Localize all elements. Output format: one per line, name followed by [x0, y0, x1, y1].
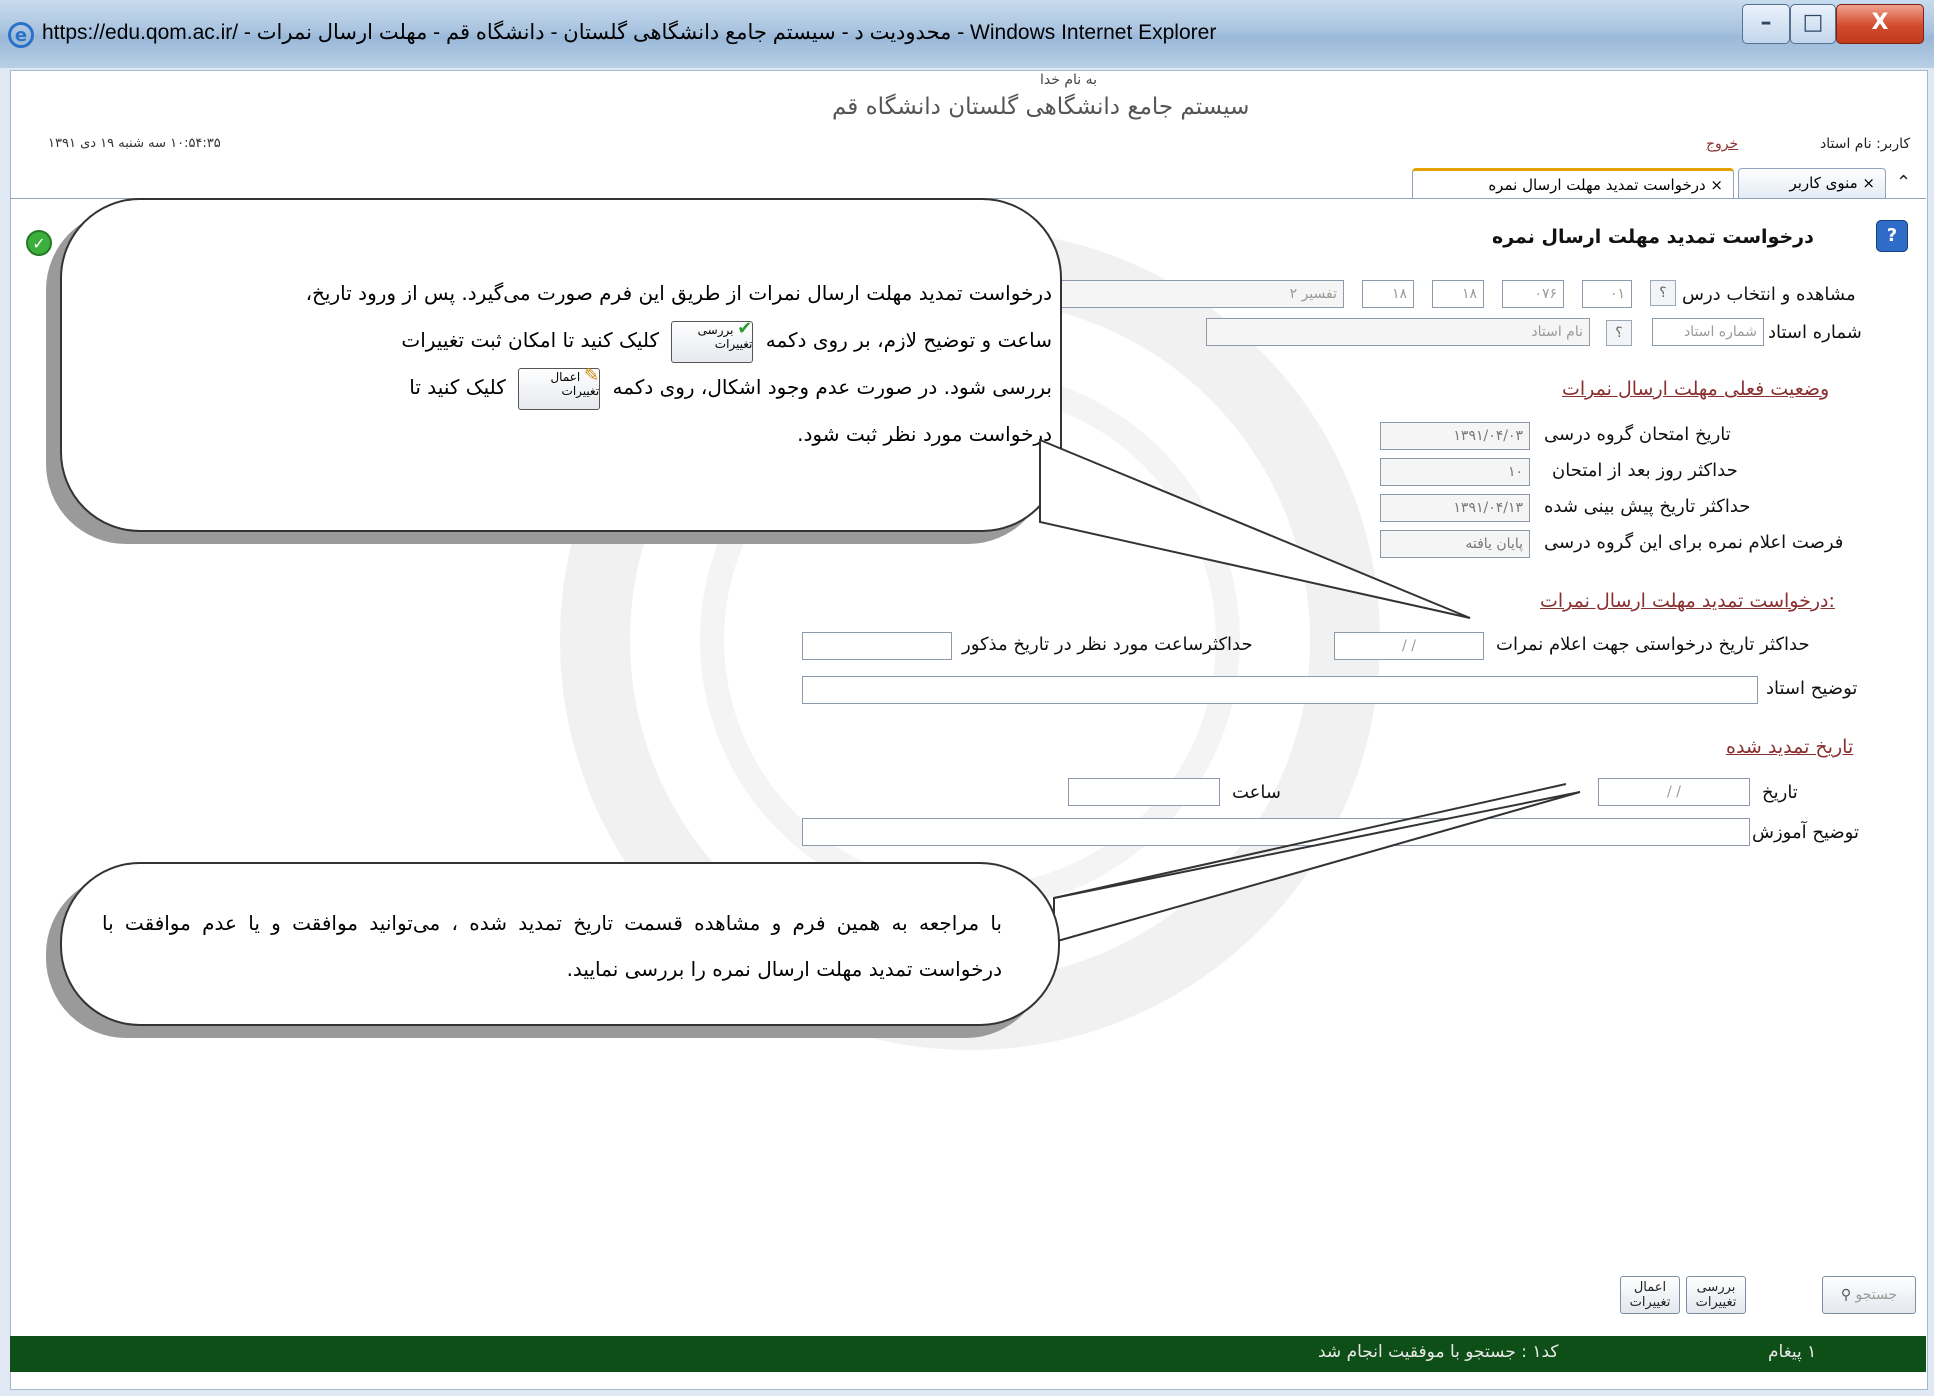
binoculars-icon: ⚲	[1840, 1287, 1852, 1303]
apply-button-label-1: اعمال	[1633, 1280, 1667, 1295]
status-bar	[10, 1336, 1926, 1372]
search-button[interactable]: ⚲ جستجو	[1822, 1276, 1916, 1314]
callout-2-pointer-edge	[1053, 783, 1567, 899]
apply-changes-button[interactable]: اعمال تغییرات	[1620, 1276, 1680, 1314]
status-message: کد۱ : جستجو با موفقیت انجام شد	[1318, 1342, 1559, 1362]
callout-2-pointer	[1053, 791, 1581, 944]
callout-review-result: با مراجعه به همین فرم و مشاهده قسمت تاری…	[60, 862, 1060, 1026]
review-button-label-2: تغییرات	[1695, 1295, 1737, 1310]
review-button-label-1: بررسی	[1696, 1280, 1736, 1295]
apply-button-label-2: تغییرات	[1629, 1295, 1671, 1310]
callout-1-pointer	[1039, 438, 1471, 619]
search-button-label: جستجو	[1855, 1287, 1898, 1303]
callout-review-text: با مراجعه به همین فرم و مشاهده قسمت تاری…	[102, 911, 1002, 981]
review-changes-button[interactable]: بررسی تغییرات	[1686, 1276, 1746, 1314]
message-count[interactable]: ۱ پیغام	[1768, 1342, 1816, 1362]
callout-pointers	[1039, 438, 1581, 944]
